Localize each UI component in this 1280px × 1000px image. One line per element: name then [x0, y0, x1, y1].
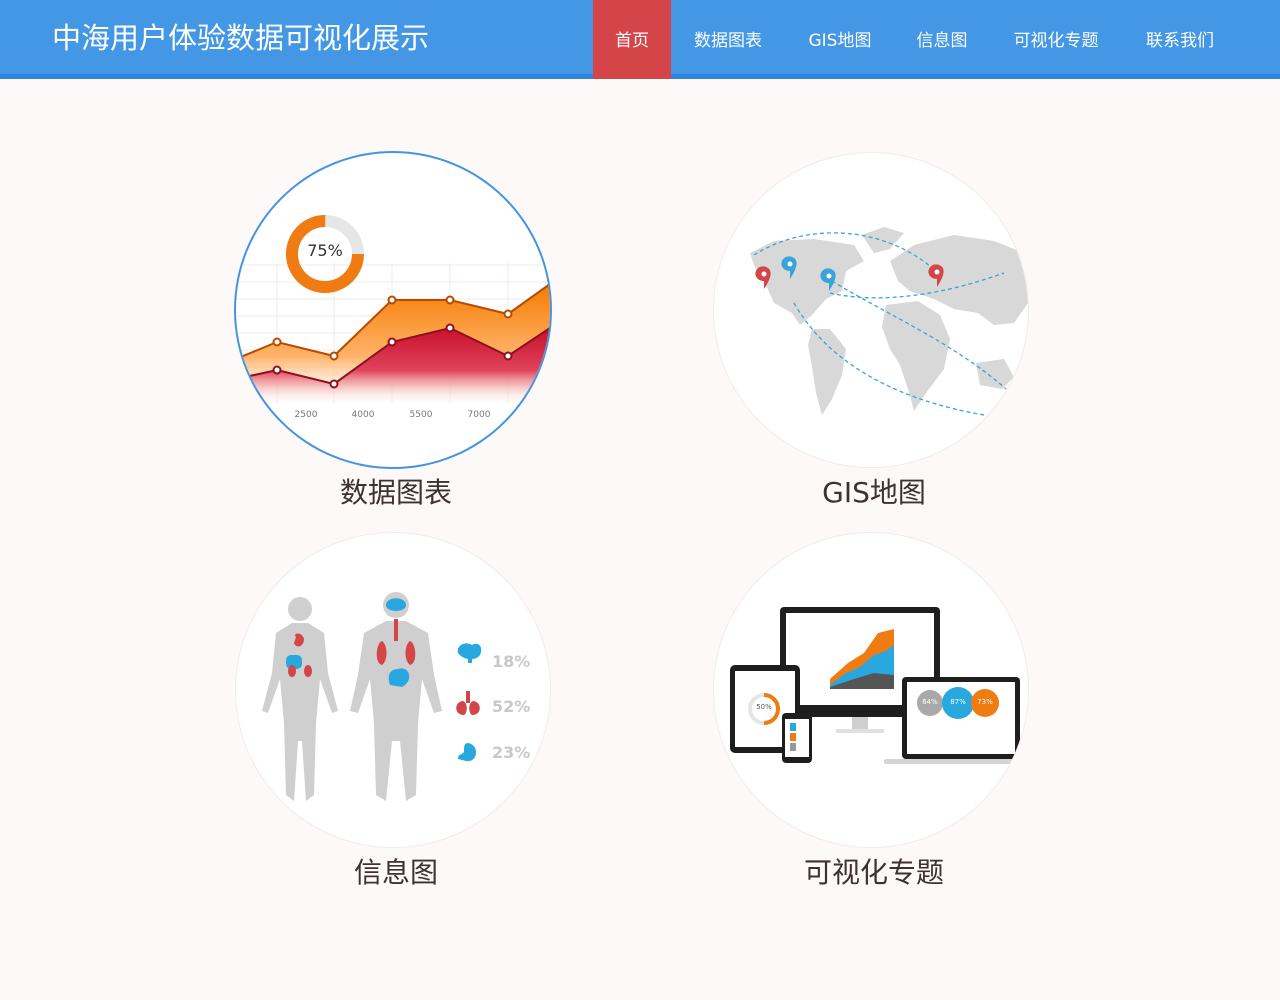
- nav-gis-map[interactable]: GIS地图: [795, 0, 885, 79]
- body-silhouette-icon: [262, 592, 442, 801]
- stomach-icon: [458, 743, 477, 762]
- devices-icon: [730, 607, 1028, 764]
- axis-tick-label: 2500: [294, 410, 318, 420]
- brain-icon: [457, 643, 482, 663]
- stat-value: 18%: [492, 652, 531, 671]
- card-label[interactable]: 可视化专题: [714, 851, 1034, 891]
- axis-tick-label: 5500: [409, 410, 433, 420]
- world-map-icon: [750, 227, 1028, 416]
- axis-tick-label: 4000: [351, 410, 375, 420]
- map-thumbnail[interactable]: [714, 153, 1028, 467]
- card-gis-map[interactable]: GIS地图: [714, 153, 1034, 513]
- laptop-value: 73%: [977, 698, 993, 706]
- infographic-thumbnail[interactable]: 18% 52% 23%: [236, 533, 550, 847]
- chart-thumbnail[interactable]: 75% 2500 4000 5500 7000: [236, 153, 550, 467]
- nav-contact-us[interactable]: 联系我们: [1130, 0, 1230, 79]
- nav-infographic[interactable]: 信息图: [900, 0, 984, 79]
- nav-visual-topics[interactable]: 可视化专题: [1000, 0, 1112, 79]
- card-label[interactable]: 数据图表: [236, 471, 556, 511]
- card-label[interactable]: GIS地图: [714, 471, 1034, 511]
- card-visual-topics[interactable]: 50% 64% 87% 73% 可视化专题: [714, 533, 1034, 893]
- stat-value: 23%: [492, 743, 531, 762]
- site-title: 中海用户体验数据可视化展示: [52, 21, 430, 55]
- axis-tick-label: 7000: [467, 410, 491, 420]
- lungs-icon: [456, 691, 480, 715]
- card-data-charts[interactable]: 75% 2500 4000 5500 7000 数据图表: [236, 153, 556, 513]
- nav-data-charts[interactable]: 数据图表: [680, 0, 776, 79]
- stat-value: 52%: [492, 697, 531, 716]
- nav-home[interactable]: 首页: [593, 0, 671, 79]
- card-label[interactable]: 信息图: [236, 851, 556, 891]
- laptop-value: 64%: [922, 698, 938, 706]
- devices-thumbnail[interactable]: 50% 64% 87% 73%: [714, 533, 1028, 847]
- tablet-value: 50%: [756, 703, 772, 711]
- laptop-value: 87%: [950, 698, 966, 706]
- card-infographic[interactable]: 18% 52% 23% 信息图: [236, 533, 556, 893]
- donut-percent-label: 75%: [307, 241, 343, 260]
- header-bar: 中海用户体验数据可视化展示 首页 数据图表 GIS地图 信息图 可视化专题 联系…: [0, 0, 1280, 79]
